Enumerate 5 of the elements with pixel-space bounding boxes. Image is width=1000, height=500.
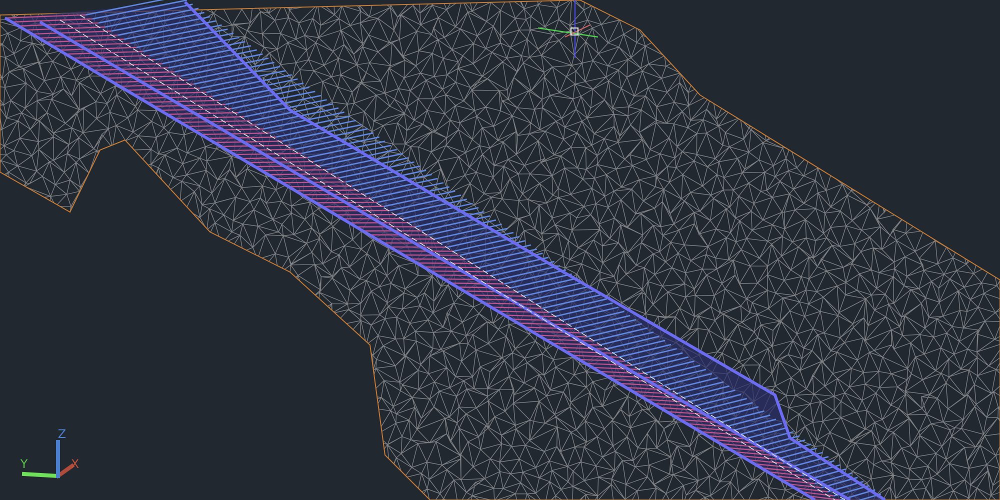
crosshair-cursor-icon [538,0,598,58]
axis-label: X [70,457,80,471]
model-viewport[interactable]: Z Y X [0,0,1000,500]
axis-label: Z [58,427,66,441]
axis-label: Y [20,457,28,471]
